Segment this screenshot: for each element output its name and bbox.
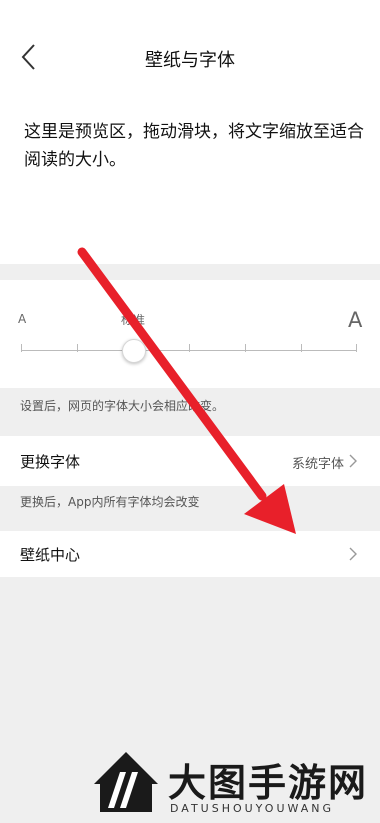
watermark-subtitle: DATUSHOUYOUWANG <box>170 802 335 815</box>
small-font-label: A <box>18 312 27 326</box>
slider-tick <box>245 344 246 352</box>
wallpaper-center-label: 壁纸中心 <box>20 546 81 564</box>
watermark: 大图手游网 DATUSHOUYOUWANG <box>90 748 380 818</box>
change-font-label: 更换字体 <box>20 453 81 471</box>
slider-tick <box>301 344 302 352</box>
slider-tick <box>189 344 190 352</box>
font-size-note: 设置后，网页的字体大小会相应改变。 <box>20 399 225 413</box>
slider-knob[interactable] <box>122 339 146 363</box>
watermark-title: 大图手游网 <box>168 760 369 805</box>
change-font-row[interactable]: 更换字体 系统字体 <box>0 436 380 486</box>
large-font-label: A <box>348 308 363 332</box>
chevron-right-icon <box>349 454 357 468</box>
section-divider <box>0 264 380 280</box>
app-font-note: 更换后，App内所有字体均会改变 <box>20 495 200 509</box>
wallpaper-center-row[interactable]: 壁纸中心 <box>0 531 380 577</box>
page-title: 壁纸与字体 <box>145 50 235 71</box>
header-bar: 壁纸与字体 <box>0 0 380 96</box>
watermark-logo <box>94 752 158 812</box>
standard-label: 标准 <box>121 313 146 327</box>
slider-tick <box>77 344 78 352</box>
slider-tick <box>356 344 357 352</box>
preview-area: 这里是预览区，拖动滑块，将文字缩放至适合阅读的大小。 <box>0 96 380 264</box>
font-size-slider-card: A 标准 A <box>0 280 380 388</box>
slider-tick <box>21 344 22 352</box>
current-font-value: 系统字体 <box>291 457 344 472</box>
preview-text: 这里是预览区，拖动滑块，将文字缩放至适合阅读的大小。 <box>24 122 364 170</box>
chevron-right-icon <box>349 547 357 561</box>
